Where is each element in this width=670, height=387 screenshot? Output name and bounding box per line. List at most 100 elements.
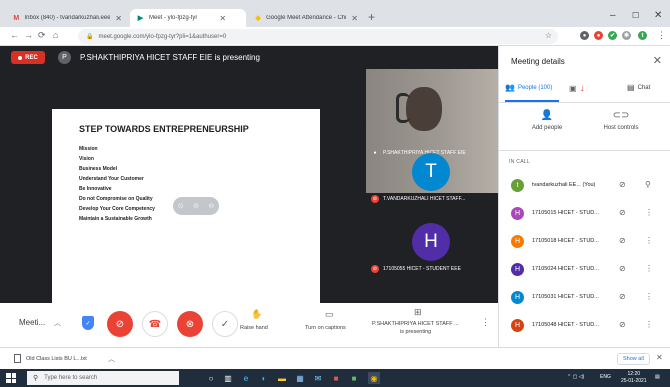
participant-row[interactable]: H 17105015 HICET - STUD... ⊘ ⋮	[499, 204, 670, 224]
tray-icons[interactable]: ⌃ ▢ ◁)	[567, 374, 584, 380]
extension-check-icon[interactable]: ✔	[608, 31, 617, 40]
chat-icon: ▤	[627, 83, 635, 92]
close-icon[interactable]: ✕	[656, 353, 663, 362]
tab-attendance[interactable]: ◆ Google Meet Attendance - Chro... ✕	[248, 9, 364, 27]
more-options-icon[interactable]: ⋮	[645, 264, 653, 273]
more-options-icon[interactable]: ⋮	[645, 292, 653, 301]
slide-bullet: Business Model	[79, 166, 118, 172]
extension-icon[interactable]: ●	[594, 31, 603, 40]
new-tab-button[interactable]: +	[368, 10, 375, 24]
camera-off-button[interactable]: ⊗	[177, 311, 203, 337]
maximize-icon[interactable]: ☐	[632, 11, 639, 20]
language-indicator[interactable]: ENG	[600, 374, 611, 380]
mic-off-icon: ⊘	[619, 208, 626, 217]
slide-bullet: Develop Your Core Competency	[79, 206, 155, 212]
back-arrow-icon[interactable]: ←	[10, 30, 19, 40]
more-options-icon[interactable]: ⋮	[645, 208, 653, 217]
system-clock[interactable]: 12:20 25-01-2021	[621, 371, 647, 385]
cortana-icon[interactable]: ○	[205, 372, 217, 384]
close-icon[interactable]: ✕	[351, 14, 358, 23]
mail-icon[interactable]: ✉	[312, 372, 324, 384]
bookmark-star-icon[interactable]: ☆	[545, 31, 552, 40]
lock-icon[interactable]: 🔒	[86, 33, 93, 40]
meeting-details-button[interactable]: Meeti...	[19, 318, 45, 327]
reload-icon[interactable]: ⟳	[38, 30, 46, 41]
participant-row[interactable]: H 17105031 HICET - STUD... ⊘ ⋮	[499, 288, 670, 308]
minimize-icon[interactable]: –	[610, 10, 616, 21]
notification-icon[interactable]: ▤	[655, 374, 660, 380]
pin-icon[interactable]: ⚲	[645, 180, 651, 189]
tab-chat[interactable]: ▤ Chat	[627, 83, 650, 92]
tile-name: ⊘ T.VANDARKUZHALI HICET STAFF...	[371, 195, 465, 203]
tab-label: Inbox (840) - tvandarkuzhali.eee...	[24, 15, 111, 21]
tab-people[interactable]: 👥 People (100)	[505, 83, 552, 92]
presenting-label[interactable]: P.SHAKTHIPRIYA HICET STAFF ...	[372, 321, 459, 327]
windows-start-icon[interactable]	[6, 373, 16, 383]
more-options-icon[interactable]: ⊖	[208, 202, 214, 210]
task-view-icon[interactable]: ▥	[222, 372, 234, 384]
hang-up-icon: ☎	[148, 318, 162, 330]
participant-row[interactable]: H 17105048 HICET - STUD... ⊘ ⋮	[499, 316, 670, 336]
more-options-icon[interactable]: ⋮	[481, 317, 490, 328]
clock-time: 12:20	[627, 371, 641, 377]
profile-avatar-icon[interactable]: t	[638, 31, 647, 40]
floating-tile-controls[interactable]: ⊙ ⊘ ⊖	[173, 197, 219, 215]
captions-icon[interactable]: ▭	[325, 309, 334, 320]
participant-row[interactable]: t tvandarkuzhali EE... (You) ⊘ ⚲	[499, 176, 670, 196]
host-controls-button[interactable]: ⊂⊃ Host controls	[591, 110, 651, 131]
app-icon[interactable]: ■	[330, 372, 342, 384]
participant-name: 17105048 HICET - STUD...	[532, 322, 599, 328]
confirm-button[interactable]: ✓	[212, 311, 238, 337]
mic-off-button[interactable]: ⊘	[107, 311, 133, 337]
edge-browser-icon[interactable]: ◐	[258, 372, 270, 384]
browser-toolbar: ← → ⟳ ⌂ 🔒 meet.google.com/ylo-fpzg-tyr?p…	[0, 27, 670, 46]
video-tile-h[interactable]: H ⊘ 17105055 HICET - STUDENT EEE	[366, 217, 498, 279]
taskbar-search-input[interactable]: ⚲ Type here to search	[27, 371, 179, 385]
download-bar: Old Class Lists BU L...txt ︿ Show all ✕	[0, 347, 670, 369]
show-all-button[interactable]: Show all	[617, 353, 650, 365]
chevron-up-icon[interactable]: ︿	[54, 318, 61, 328]
tab-gmail[interactable]: M Inbox (840) - tvandarkuzhali.eee... ✕	[6, 9, 128, 27]
checkmark-icon: ✓	[220, 318, 230, 330]
panel-title: Meeting details	[511, 57, 565, 66]
tab-attendance-extension[interactable]: ▣ ↓	[569, 83, 588, 94]
window-close-icon[interactable]: ✕	[654, 10, 662, 21]
edge-icon[interactable]: e	[240, 372, 252, 384]
chevron-up-icon[interactable]: ︿	[108, 354, 115, 364]
participant-name: 17105024 HICET - STUD...	[532, 266, 599, 272]
close-icon[interactable]: ✕	[219, 14, 226, 23]
participant-row[interactable]: H 17105018 HICET - STUD... ⊘ ⋮	[499, 232, 670, 252]
mic-off-icon[interactable]: ⊘	[193, 202, 199, 210]
home-icon[interactable]: ⌂	[53, 30, 58, 40]
mic-off-icon: ⊘	[371, 265, 379, 273]
chrome-icon[interactable]: ◉	[368, 372, 380, 384]
app-icon[interactable]: ■	[348, 372, 360, 384]
raise-hand-button[interactable]: Raise hand	[240, 325, 268, 331]
leave-call-button[interactable]: ☎	[142, 311, 168, 337]
captions-button[interactable]: Turn on captions	[305, 325, 346, 331]
browser-menu-icon[interactable]: ⋮	[657, 30, 666, 41]
tab-meet[interactable]: ▶ Meet - ylo-fpzg-tyr ✕	[130, 9, 246, 27]
more-options-icon[interactable]: ⋮	[645, 236, 653, 245]
add-people-button[interactable]: 👤 Add people	[517, 110, 577, 131]
present-icon[interactable]: ⊞	[414, 307, 422, 318]
download-item[interactable]: Old Class Lists BU L...txt	[14, 354, 87, 363]
shield-icon[interactable]: ✓	[82, 316, 94, 330]
participant-row[interactable]: H 17105024 HICET - STUD... ⊘ ⋮	[499, 260, 670, 280]
extensions-puzzle-icon[interactable]: ✱	[622, 31, 631, 40]
extension-icon[interactable]: ●	[580, 31, 589, 40]
store-icon[interactable]: ▦	[294, 372, 306, 384]
close-icon[interactable]: ✕	[115, 14, 122, 23]
participant-video	[396, 93, 410, 123]
close-icon[interactable]: ✕	[653, 54, 662, 67]
more-options-icon[interactable]: ⋮	[645, 320, 653, 329]
raise-hand-icon[interactable]: ✋	[251, 309, 262, 320]
participant-name: tvandarkuzhali EE... (You)	[532, 182, 596, 188]
participant-name: 17105015 HICET - STUD...	[532, 210, 599, 216]
address-bar[interactable]: 🔒 meet.google.com/ylo-fpzg-tyr?pli=1&aut…	[78, 29, 558, 44]
in-call-heading: IN CALL	[509, 159, 530, 165]
pin-icon[interactable]: ⊙	[178, 202, 184, 210]
forward-arrow-icon[interactable]: →	[24, 30, 33, 40]
file-explorer-icon[interactable]: ▬	[276, 372, 288, 384]
video-tile-t[interactable]: T ⊘ T.VANDARKUZHALI HICET STAFF...	[366, 147, 498, 209]
